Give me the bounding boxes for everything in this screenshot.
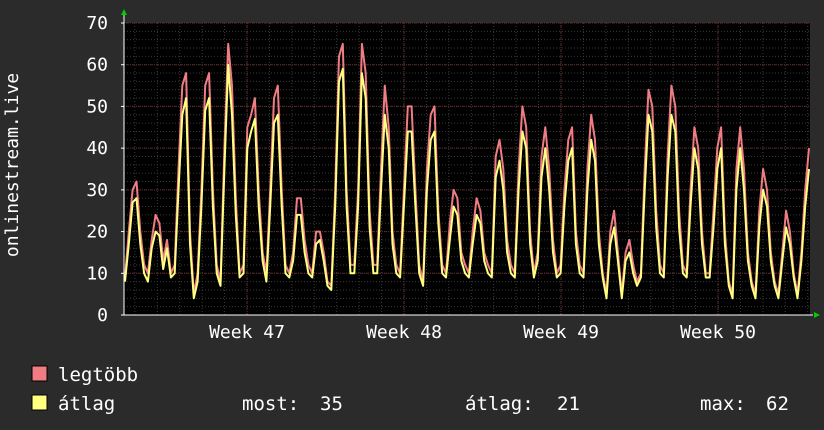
x-tick-label: Week 50 [680, 322, 756, 343]
legend: legtöbb átlag most: 35 átlag: 21 max: 62 [31, 364, 789, 415]
stat-max-label: max: [700, 393, 746, 415]
y-tick-labels: 0 10 20 30 40 50 60 70 [86, 13, 124, 326]
legend-swatch-max [31, 365, 48, 382]
y-tick-label: 10 [86, 263, 108, 284]
stat-current-label: most: [242, 393, 299, 415]
legend-label-avg: átlag [58, 393, 115, 415]
y-tick-label: 0 [97, 305, 108, 326]
x-axis-arrow [814, 312, 820, 318]
y-axis-arrow [121, 9, 127, 15]
y-tick-label: 40 [86, 138, 108, 159]
stat-current: most: 35 [242, 393, 343, 415]
legend-item-max: legtöbb [31, 364, 138, 386]
traffic-chart: 010203040506070 Week 47 Week 48 Week 49 Wee… [2, 9, 820, 415]
legend-item-avg: átlag [31, 393, 115, 415]
legend-swatch-avg [31, 394, 48, 411]
stat-max-value: 62 [766, 393, 789, 415]
x-tick-label: Week 48 [366, 322, 442, 343]
x-tick-label: Week 47 [209, 322, 285, 343]
stat-max: max: 62 [700, 393, 789, 415]
y-tick-label: 30 [86, 180, 108, 201]
legend-label-max: legtöbb [58, 364, 138, 386]
y-tick-label: 70 [86, 13, 108, 34]
stat-average-label: átlag: [465, 393, 534, 415]
x-tick-label: Week 49 [523, 322, 599, 343]
x-tick-labels: Week 47 Week 48 Week 49 Week 50 [209, 322, 756, 343]
stat-current-value: 35 [320, 393, 343, 415]
stat-average: átlag: 21 [465, 393, 580, 415]
y-tick-label: 50 [86, 96, 108, 117]
stat-average-value: 21 [557, 393, 580, 415]
y-tick-label: 60 [86, 55, 108, 76]
y-tick-label: 20 [86, 222, 108, 243]
y-axis-label: onlinestream.live [2, 73, 23, 257]
